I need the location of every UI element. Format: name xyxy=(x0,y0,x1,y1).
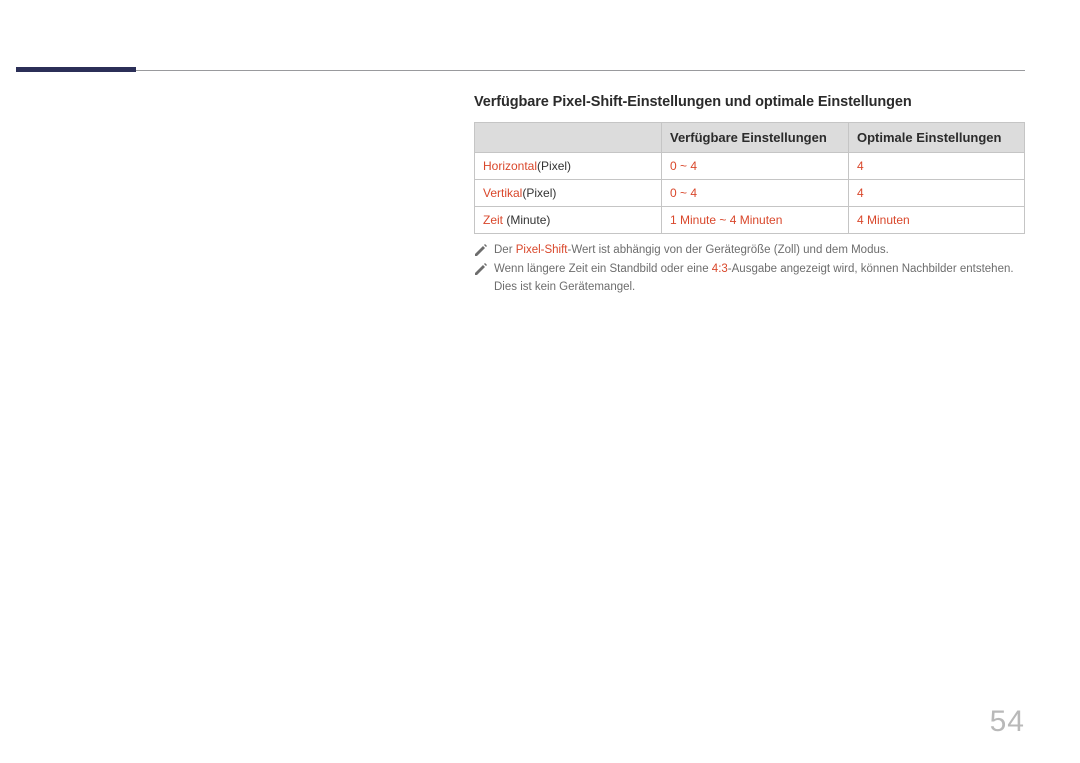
notes: Der Pixel-Shift-Wert ist abhängig von de… xyxy=(474,242,1025,296)
top-divider xyxy=(55,70,1025,71)
top-divider-accent xyxy=(16,67,136,72)
row-available: 0 ~ 4 xyxy=(662,180,849,207)
section-title: Verfügbare Pixel-Shift-Einstellungen und… xyxy=(474,94,1025,110)
table-header-available: Verfügbare Einstellungen xyxy=(662,123,849,153)
table-header-row: Verfügbare Einstellungen Optimale Einste… xyxy=(475,123,1025,153)
pencil-icon xyxy=(474,263,488,275)
row-label-hl: Vertikal xyxy=(483,186,522,200)
row-optimal: 4 xyxy=(849,180,1025,207)
table-row: Horizontal(Pixel) 0 ~ 4 4 xyxy=(475,153,1025,180)
row-label: Zeit (Minute) xyxy=(475,207,662,234)
settings-table: Verfügbare Einstellungen Optimale Einste… xyxy=(474,122,1025,234)
note-text: Wenn längere Zeit ein Standbild oder ein… xyxy=(494,263,1014,292)
table-row: Vertikal(Pixel) 0 ~ 4 4 xyxy=(475,180,1025,207)
table-header-empty xyxy=(475,123,662,153)
row-available: 0 ~ 4 xyxy=(662,153,849,180)
note: Wenn längere Zeit ein Standbild oder ein… xyxy=(474,261,1025,296)
page: Verfügbare Pixel-Shift-Einstellungen und… xyxy=(0,0,1080,763)
note: Der Pixel-Shift-Wert ist abhängig von de… xyxy=(474,242,1025,259)
content-block: Verfügbare Pixel-Shift-Einstellungen und… xyxy=(474,94,1025,296)
row-available: 1 Minute ~ 4 Minuten xyxy=(662,207,849,234)
table-header-optimal: Optimale Einstellungen xyxy=(849,123,1025,153)
note-text: Der Pixel-Shift-Wert ist abhängig von de… xyxy=(494,244,889,256)
row-optimal: 4 Minuten xyxy=(849,207,1025,234)
row-label-rest: (Pixel) xyxy=(537,159,571,173)
row-label-rest: (Pixel) xyxy=(522,186,556,200)
row-label: Horizontal(Pixel) xyxy=(475,153,662,180)
row-optimal: 4 xyxy=(849,153,1025,180)
row-label: Vertikal(Pixel) xyxy=(475,180,662,207)
page-number: 54 xyxy=(990,705,1025,739)
row-label-hl: Horizontal xyxy=(483,159,537,173)
row-label-rest: (Minute) xyxy=(503,213,550,227)
table-row: Zeit (Minute) 1 Minute ~ 4 Minuten 4 Min… xyxy=(475,207,1025,234)
pencil-icon xyxy=(474,244,488,256)
row-label-hl: Zeit xyxy=(483,213,503,227)
